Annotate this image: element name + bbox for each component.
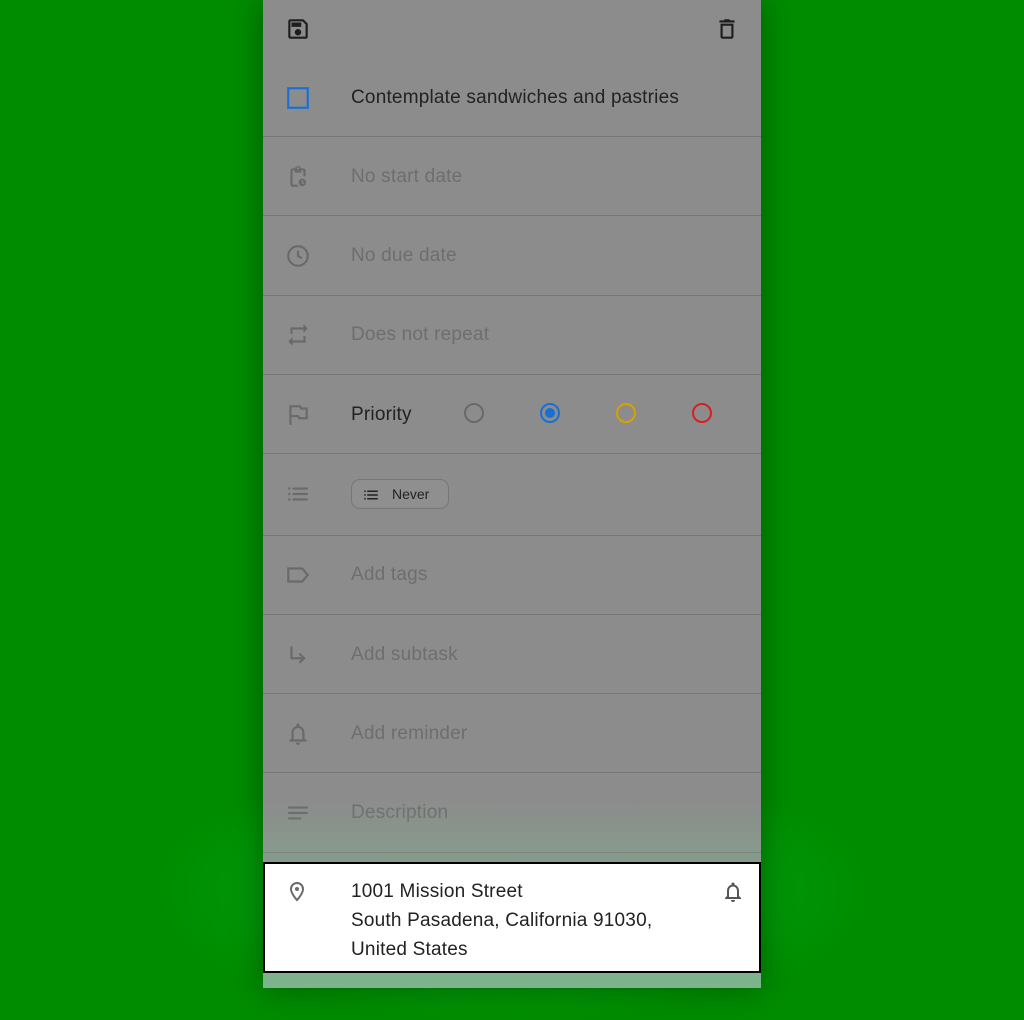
tag-icon [285,562,311,588]
flag-icon [285,402,311,428]
divider [263,693,761,694]
task-edit-panel: Contemplate sandwiches and pastries No s… [263,0,761,988]
add-subtask-field[interactable]: Add subtask [351,644,458,666]
notes-icon [285,800,311,826]
divider [263,852,761,853]
repeat-icon [285,322,311,348]
priority-none-radio[interactable] [464,403,484,423]
location-address-line3: United States [351,939,468,960]
divider [263,136,761,137]
task-title[interactable]: Contemplate sandwiches and pastries [351,87,679,109]
priority-red-radio[interactable] [692,403,712,423]
clock-icon [285,243,311,269]
divider [263,215,761,216]
list-icon [285,481,311,507]
due-date-field[interactable]: No due date [351,245,457,267]
repeat-field[interactable]: Does not repeat [351,324,489,346]
list-icon [362,486,380,504]
start-date-field[interactable]: No start date [351,166,462,188]
location-card[interactable]: 1001 Mission Street South Pasadena, Cali… [263,862,761,973]
subdirectory-arrow-icon [285,642,311,668]
divider [263,453,761,454]
location-address-line2: South Pasadena, California 91030, [351,910,653,931]
add-tags-field[interactable]: Add tags [351,564,428,586]
list-chip-label: Never [392,486,430,502]
delete-icon[interactable] [714,16,740,42]
priority-selected-dot [545,408,555,418]
add-reminder-field[interactable]: Add reminder [351,723,467,745]
description-field[interactable]: Description [351,802,448,824]
location-pin-icon [285,879,309,903]
priority-blue-radio[interactable] [540,403,560,423]
divider [263,772,761,773]
checkbox-icon[interactable] [285,85,311,111]
divider [263,295,761,296]
bell-icon [285,721,311,747]
save-icon[interactable] [285,16,311,42]
divider [263,535,761,536]
location-address-line1: 1001 Mission Street [351,881,523,902]
priority-amber-radio[interactable] [616,403,636,423]
divider [263,374,761,375]
list-chip[interactable]: Never [351,479,449,509]
clipboard-clock-icon [285,164,311,190]
priority-label: Priority [351,404,412,425]
bell-outline-icon[interactable] [721,880,745,904]
divider [263,614,761,615]
